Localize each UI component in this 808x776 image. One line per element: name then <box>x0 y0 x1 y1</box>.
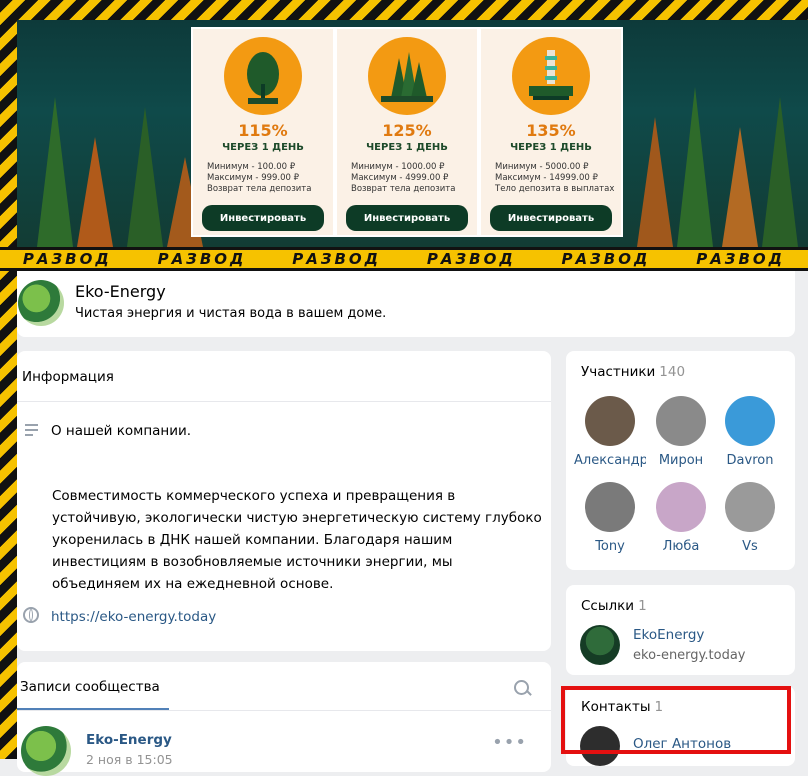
post-author[interactable]: Eko-Energy <box>86 732 172 748</box>
warning-word: РАЗВОД <box>22 250 112 268</box>
member-name: Мирон <box>658 453 704 468</box>
post-date[interactable]: 2 ноя в 15:05 <box>86 752 173 767</box>
members-count: 140 <box>659 364 686 380</box>
link-thumbnail[interactable] <box>580 625 620 665</box>
group-avatar[interactable] <box>18 280 64 326</box>
offer-term: ЧЕРЕЗ 1 ДЕНЬ <box>366 142 448 153</box>
member-item[interactable]: Мирон <box>645 396 717 468</box>
text-lines-icon <box>25 424 38 439</box>
offer-note: Возврат тела депозита <box>207 184 312 194</box>
offer-min: Минимум - 1000.00 ₽ <box>351 162 445 172</box>
links-title[interactable]: Ссылки 1 <box>581 598 647 614</box>
offer-max: Максимум - 999.00 ₽ <box>207 173 300 183</box>
member-item[interactable]: Vs <box>714 482 786 554</box>
offer-terms-list: Минимум - 100.00 ₽ Максимум - 999.00 ₽ В… <box>193 162 311 195</box>
member-avatar <box>725 396 775 446</box>
link-name[interactable]: EkoEnergy <box>633 627 704 643</box>
posts-card: Записи сообщества Eko-Energy 2 ноя в 15:… <box>17 662 551 776</box>
invest-button: Инвестировать <box>202 205 324 231</box>
info-title: Информация <box>22 369 114 385</box>
info-card: Информация О нашей компании. Совместимос… <box>17 351 551 651</box>
group-name: Eko-Energy <box>75 282 166 301</box>
offer-min: Минимум - 5000.00 ₽ <box>495 162 589 172</box>
member-name: Люба <box>662 539 700 554</box>
member-item[interactable]: Davron <box>714 396 786 468</box>
post-author-avatar[interactable] <box>21 726 71 776</box>
offer-max: Максимум - 4999.00 ₽ <box>351 173 449 183</box>
forest-illustration-icon <box>368 37 446 115</box>
highlight-box <box>561 686 791 754</box>
warning-word: РАЗВОД <box>157 250 247 268</box>
members-card: Участники 140 Александр Мирон Davron Tony… <box>566 351 795 570</box>
member-name: Tony <box>595 539 625 554</box>
members-title-label: Участники <box>581 364 656 380</box>
member-name: Александр <box>574 453 646 468</box>
search-icon[interactable] <box>514 680 529 695</box>
group-header: Eko-Energy Чистая энергия и чистая вода … <box>17 271 795 337</box>
about-label: О нашей компании. <box>51 423 192 439</box>
member-name: Vs <box>742 539 758 554</box>
divider <box>17 710 551 711</box>
offer-term: ЧЕРЕЗ 1 ДЕНЬ <box>510 142 592 153</box>
more-options-icon[interactable]: ••• <box>492 732 527 753</box>
member-avatar <box>725 482 775 532</box>
divider <box>17 401 551 402</box>
member-avatar <box>656 396 706 446</box>
tree-illustration-icon <box>224 37 302 115</box>
offer-max: Максимум - 14999.00 ₽ <box>495 173 598 183</box>
offer-note: Возврат тела депозита <box>351 184 456 194</box>
warning-stripe-top <box>0 0 808 20</box>
offer-min: Минимум - 100.00 ₽ <box>207 162 296 172</box>
links-title-label: Ссылки <box>581 598 635 614</box>
member-item[interactable]: Люба <box>645 482 717 554</box>
offer-percent: 125% <box>382 121 432 140</box>
offer-terms-list: Минимум - 5000.00 ₽ Максимум - 14999.00 … <box>481 162 614 195</box>
member-avatar <box>585 482 635 532</box>
member-item[interactable]: Александр <box>574 396 646 468</box>
member-item[interactable]: Tony <box>574 482 646 554</box>
member-avatar <box>585 396 635 446</box>
offer-note: Тело депозита в выплатах <box>495 184 615 194</box>
offer-card: 115% ЧЕРЕЗ 1 ДЕНЬ Минимум - 100.00 ₽ Мак… <box>193 29 333 235</box>
invest-button: Инвестировать <box>346 205 468 231</box>
group-description: Совместимость коммерческого успеха и пре… <box>52 488 542 592</box>
offer-card: 135% ЧЕРЕЗ 1 ДЕНЬ Минимум - 5000.00 ₽ Ма… <box>481 29 621 235</box>
warning-stripe-left <box>0 0 17 759</box>
water-tower-illustration-icon <box>512 37 590 115</box>
links-card: Ссылки 1 EkoEnergy eko-energy.today <box>566 585 795 675</box>
links-count: 1 <box>638 598 647 614</box>
offer-term: ЧЕРЕЗ 1 ДЕНЬ <box>222 142 304 153</box>
warning-word: РАЗВОД <box>292 250 382 268</box>
member-name: Davron <box>726 453 774 468</box>
warning-banner: РАЗВОД РАЗВОД РАЗВОД РАЗВОД РАЗВОД РАЗВО… <box>0 247 808 271</box>
tab-community-posts[interactable]: Записи сообщества <box>20 679 160 695</box>
globe-icon <box>23 607 39 623</box>
offer-percent: 135% <box>526 121 576 140</box>
group-status: Чистая энергия и чистая вода в вашем дом… <box>75 306 387 321</box>
invest-button: Инвестировать <box>490 205 612 231</box>
member-avatar <box>656 482 706 532</box>
website-link[interactable]: https://eko-energy.today <box>51 609 216 625</box>
members-title[interactable]: Участники 140 <box>581 364 685 380</box>
warning-word: РАЗВОД <box>561 250 651 268</box>
warning-word: РАЗВОД <box>696 250 786 268</box>
offer-percent: 115% <box>238 121 288 140</box>
investment-offers: 115% ЧЕРЕЗ 1 ДЕНЬ Минимум - 100.00 ₽ Мак… <box>191 27 623 237</box>
offer-card: 125% ЧЕРЕЗ 1 ДЕНЬ Минимум - 1000.00 ₽ Ма… <box>337 29 477 235</box>
warning-word: РАЗВОД <box>426 250 516 268</box>
offer-terms-list: Минимум - 1000.00 ₽ Максимум - 4999.00 ₽… <box>337 162 455 195</box>
link-url: eko-energy.today <box>633 648 746 663</box>
